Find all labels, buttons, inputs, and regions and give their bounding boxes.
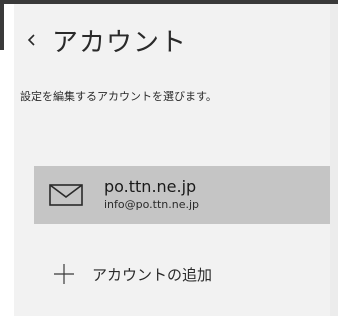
right-edge-strip [330,4,338,316]
plus-icon [52,262,76,286]
back-button[interactable] [14,18,50,62]
page-title: アカウント [52,27,188,58]
left-gutter [4,4,14,316]
page-header: アカウント [14,18,187,62]
account-item[interactable]: po.ttn.ne.jp info@po.ttn.ne.jp [34,166,330,224]
accounts-window: アカウント 設定を編集するアカウントを選びます。 po.ttn.ne.jp in… [0,0,338,316]
mail-icon [48,183,84,207]
account-domain: po.ttn.ne.jp [104,177,197,196]
account-email: info@po.ttn.ne.jp [104,198,200,211]
page-description: 設定を編集するアカウントを選びます。 [20,90,217,103]
chevron-left-icon [27,32,37,48]
account-text: po.ttn.ne.jp info@po.ttn.ne.jp [104,177,199,213]
add-account-button[interactable]: アカウントの追加 [34,258,212,290]
add-account-label: アカウントの追加 [92,265,213,284]
